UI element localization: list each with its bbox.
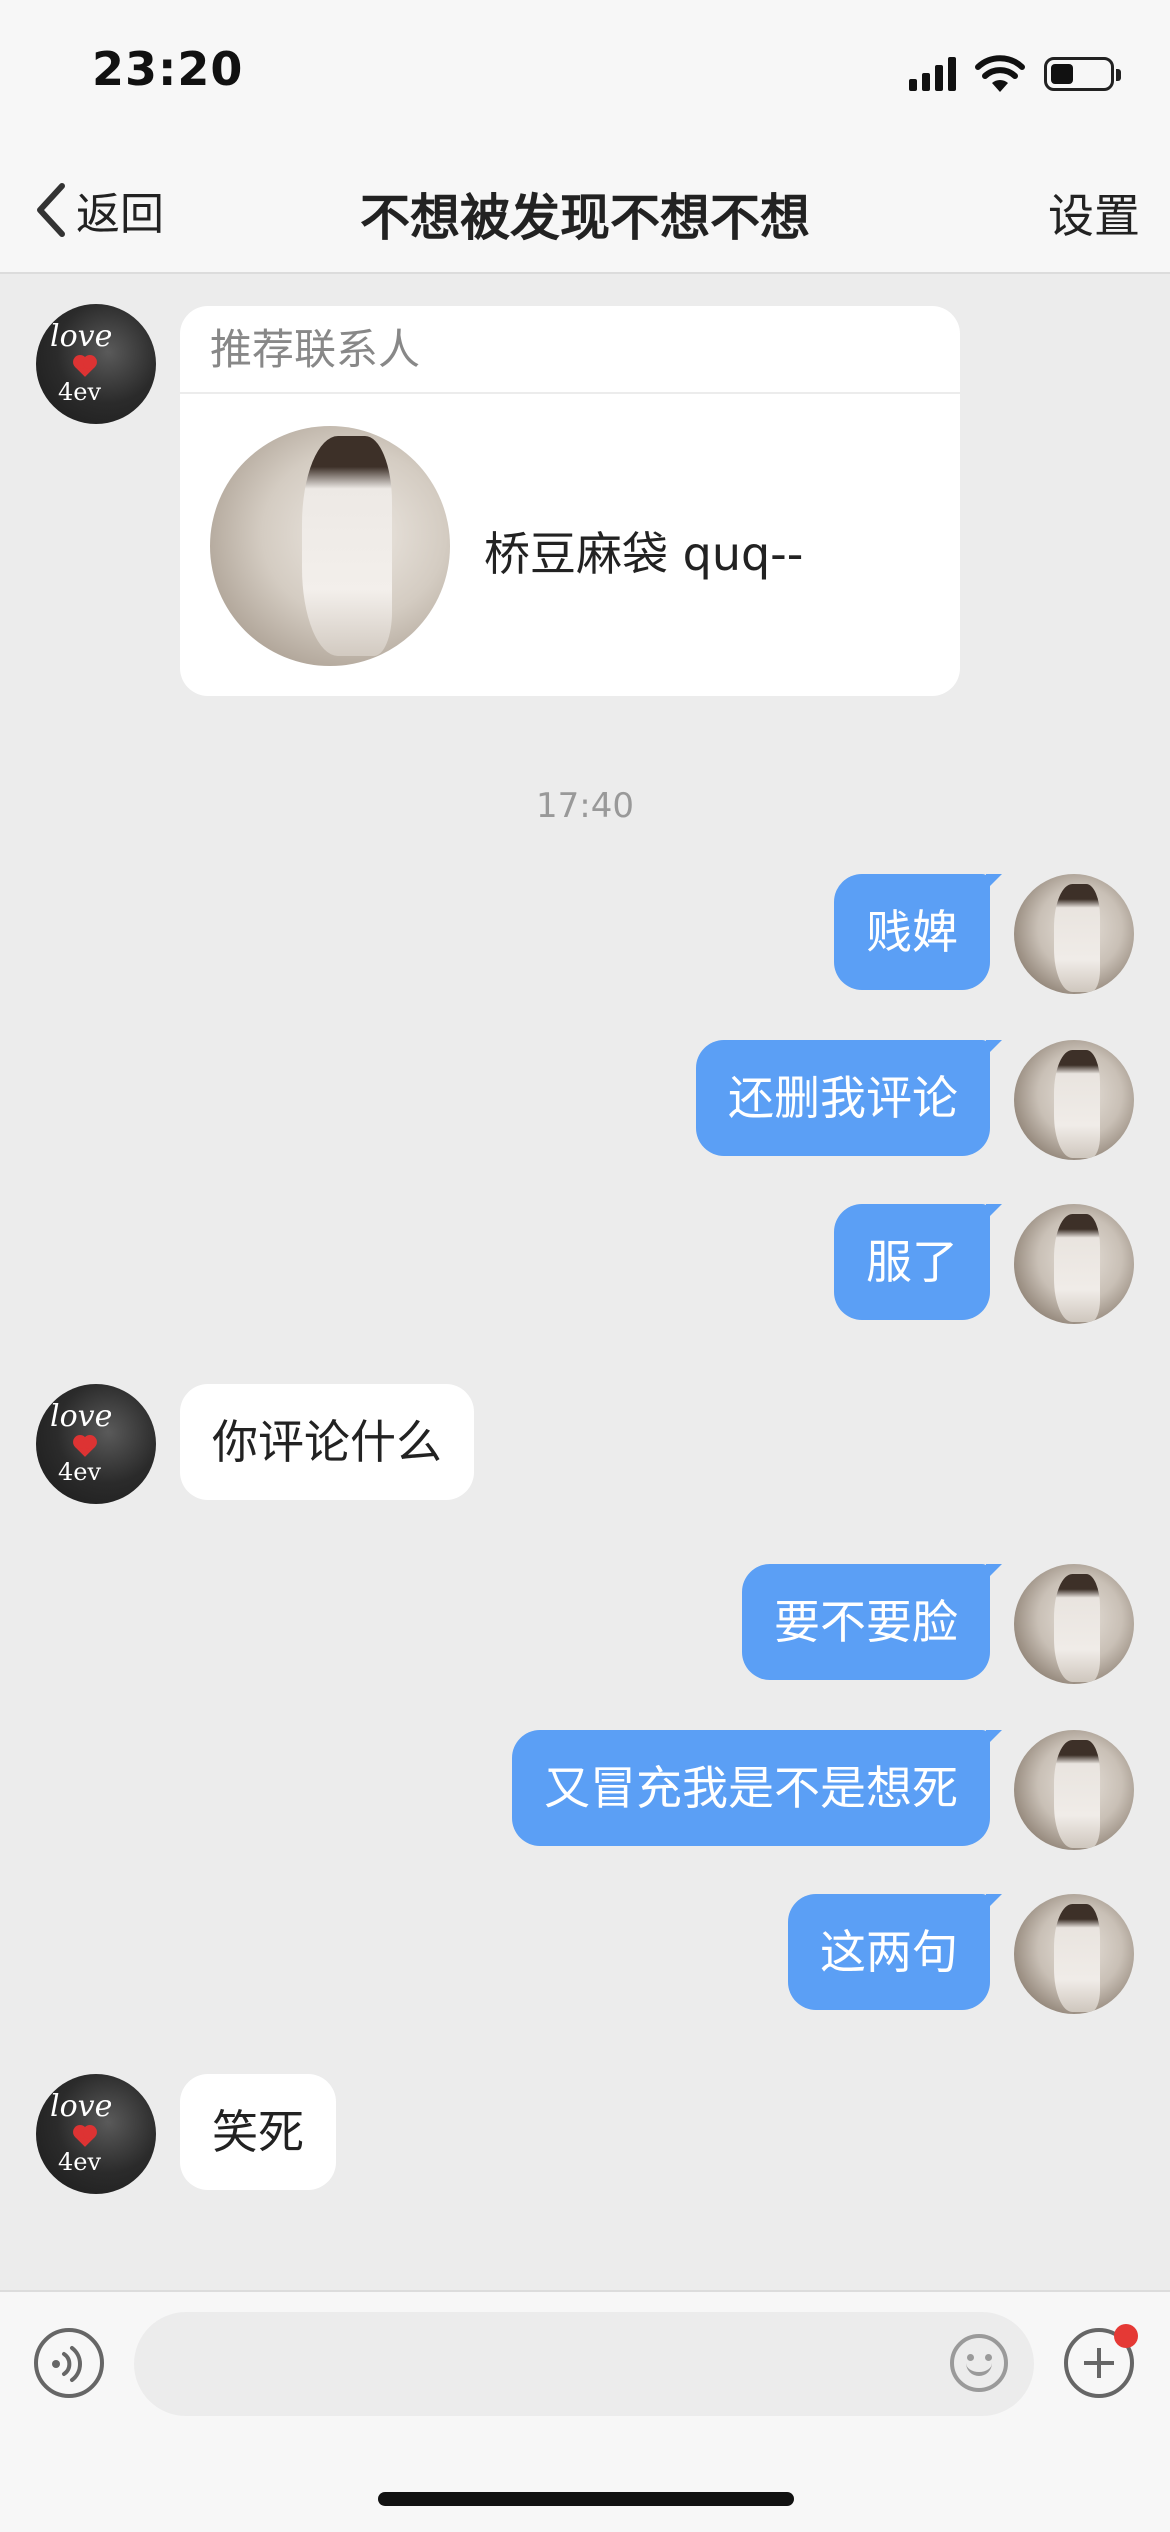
wifi-icon <box>975 55 1025 92</box>
voice-icon <box>52 2346 82 2382</box>
avatar[interactable]: love 4ev <box>36 2074 156 2194</box>
message-bubble-outgoing[interactable]: 贱婢 <box>834 874 1002 990</box>
contact-name: 桥豆麻袋 quq-- <box>484 527 804 581</box>
notification-dot <box>1114 2324 1138 2348</box>
contact-avatar <box>210 426 450 666</box>
avatar[interactable] <box>1014 1730 1134 1850</box>
avatar-text-4ev: 4ev <box>58 1458 102 1486</box>
contact-card-header: 推荐联系人 <box>180 306 960 394</box>
avatar[interactable] <box>1014 1564 1134 1684</box>
page-title: 不想被发现不想不想 <box>360 189 810 247</box>
avatar[interactable] <box>1014 874 1134 994</box>
contact-card[interactable]: 推荐联系人 桥豆麻袋 quq-- <box>180 306 960 696</box>
avatar-text-love: love <box>50 2089 113 2124</box>
avatar-text-4ev: 4ev <box>58 2148 102 2176</box>
battery-icon <box>1044 57 1121 91</box>
avatar[interactable] <box>1014 1894 1134 2014</box>
avatar[interactable] <box>1014 1040 1134 1160</box>
avatar[interactable]: love 4ev <box>36 304 156 424</box>
status-icons <box>909 52 1121 96</box>
avatar[interactable] <box>1014 1204 1134 1324</box>
cellular-signal-icon <box>909 57 956 91</box>
emoji-icon[interactable] <box>950 2334 1008 2392</box>
message-bubble-outgoing[interactable]: 要不要脸 <box>742 1564 1002 1680</box>
message-bubble-outgoing[interactable]: 服了 <box>834 1204 1002 1320</box>
nav-bar: 返回 不想被发现不想不想 设置 <box>0 150 1170 274</box>
message-bubble-incoming[interactable]: 笑死 <box>180 2074 336 2190</box>
avatar-text-love: love <box>50 1399 113 1434</box>
chat-area[interactable]: love 4ev 推荐联系人 桥豆麻袋 quq-- 17:40 贱婢 还删我评论… <box>0 274 1170 2290</box>
status-bar: 23:20 <box>0 0 1170 150</box>
heart-icon <box>75 1437 95 1457</box>
home-indicator <box>378 2492 794 2506</box>
heart-icon <box>75 357 95 377</box>
heart-icon <box>75 2127 95 2147</box>
settings-button[interactable]: 设置 <box>1048 180 1140 246</box>
avatar-text-love: love <box>50 319 113 354</box>
message-timestamp: 17:40 <box>536 786 634 826</box>
status-time: 23:20 <box>92 42 244 96</box>
avatar-text-4ev: 4ev <box>58 378 102 406</box>
message-bubble-outgoing[interactable]: 还删我评论 <box>696 1040 1002 1156</box>
message-bubble-outgoing[interactable]: 这两句 <box>788 1894 1002 2010</box>
voice-button[interactable] <box>34 2328 104 2398</box>
message-input[interactable] <box>134 2312 1034 2416</box>
avatar[interactable]: love 4ev <box>36 1384 156 1504</box>
message-bubble-outgoing[interactable]: 又冒充我是不是想死 <box>512 1730 1002 1846</box>
plus-button[interactable] <box>1064 2324 1138 2398</box>
message-bubble-incoming[interactable]: 你评论什么 <box>180 1384 474 1500</box>
